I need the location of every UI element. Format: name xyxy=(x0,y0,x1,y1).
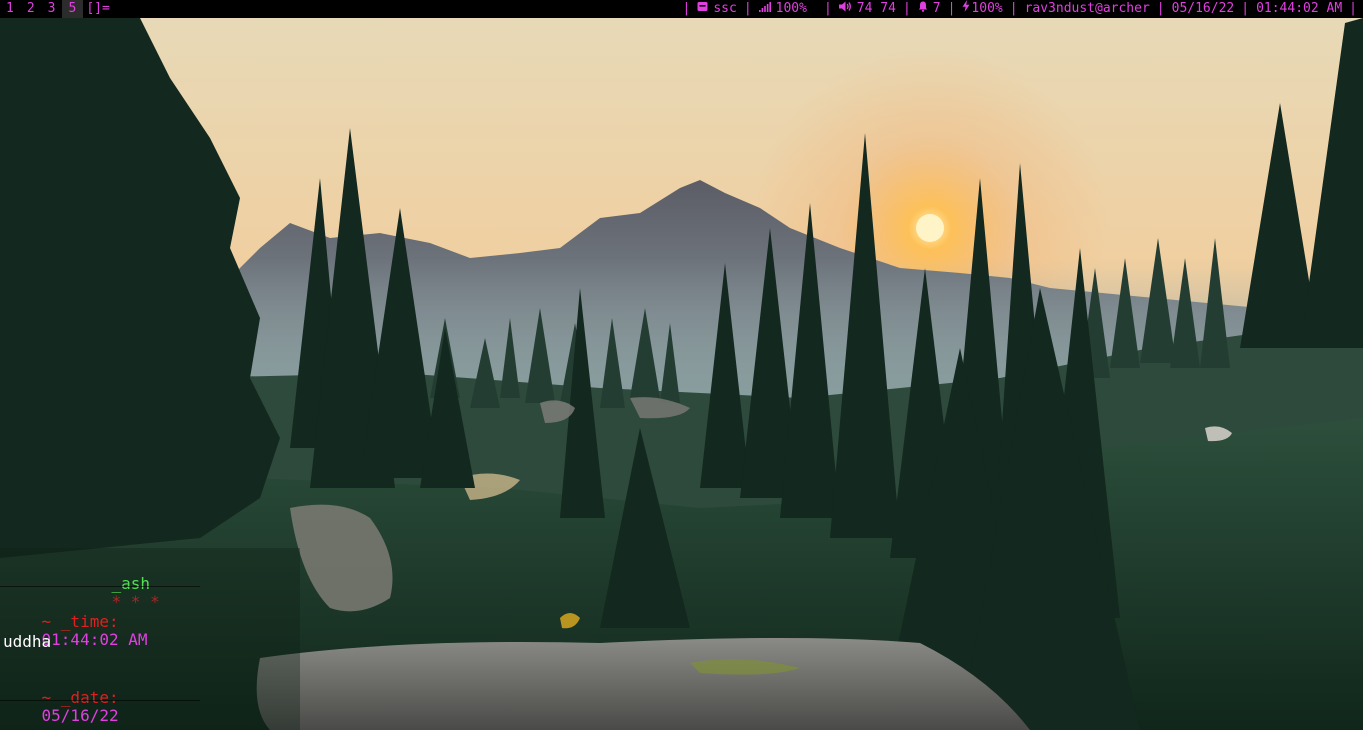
desktop: 1 2 3 5 []= | ssc | 100% | 74 74 | 7 | 1… xyxy=(0,0,1363,730)
layout-indicator[interactable]: []= xyxy=(86,0,109,18)
status-bar: 1 2 3 5 []= | ssc | 100% | 74 74 | 7 | 1… xyxy=(0,0,1363,18)
bell-icon xyxy=(918,0,928,18)
separator: | xyxy=(902,1,911,16)
battery-value: 100% xyxy=(971,1,1003,16)
user-host: rav3ndust@archer xyxy=(1024,1,1150,16)
shell-name: _ash xyxy=(111,574,151,593)
time-line: ~ _time: 01:44:02 AM xyxy=(3,595,148,667)
notifications-count: 7 xyxy=(932,1,941,16)
divider xyxy=(0,586,200,587)
time-prefix: ~ _time: xyxy=(41,612,119,631)
storage-label: ssc xyxy=(713,1,737,16)
workspace-tag-3[interactable]: 3 xyxy=(42,0,63,18)
storage-icon xyxy=(697,0,708,18)
separator: | xyxy=(1241,1,1250,16)
separator: | xyxy=(1009,1,1018,16)
divider xyxy=(0,700,200,701)
volume-icon xyxy=(838,0,852,18)
date-module: 05/16/22 xyxy=(1171,1,1235,16)
separator: | xyxy=(1349,1,1357,16)
separator: | xyxy=(947,1,956,16)
signal-icon xyxy=(758,0,771,18)
signal-value: 100% xyxy=(775,1,807,16)
workspace-tag-5[interactable]: 5 xyxy=(62,0,84,18)
status-modules: | ssc | 100% | 74 74 | 7 | 100% | rav3nd… xyxy=(676,0,1363,18)
separator: | xyxy=(682,1,691,16)
wallpaper-image xyxy=(0,18,1363,730)
charging-bolt-icon xyxy=(962,0,970,18)
separator: | xyxy=(1156,1,1165,16)
date-value: 05/16/22 xyxy=(41,706,119,725)
separator: | xyxy=(743,1,752,16)
workspace-tag-2[interactable]: 2 xyxy=(21,0,42,18)
separator: | xyxy=(823,1,832,16)
clock-module: 01:44:02 AM xyxy=(1256,1,1343,16)
date-prefix: ~ _date: xyxy=(41,688,119,707)
time-value: 01:44:02 AM xyxy=(41,630,148,649)
volume-value: 74 74 xyxy=(856,1,896,16)
workspace-tag-1[interactable]: 1 xyxy=(0,0,21,18)
partial-word: uddha xyxy=(3,632,52,651)
